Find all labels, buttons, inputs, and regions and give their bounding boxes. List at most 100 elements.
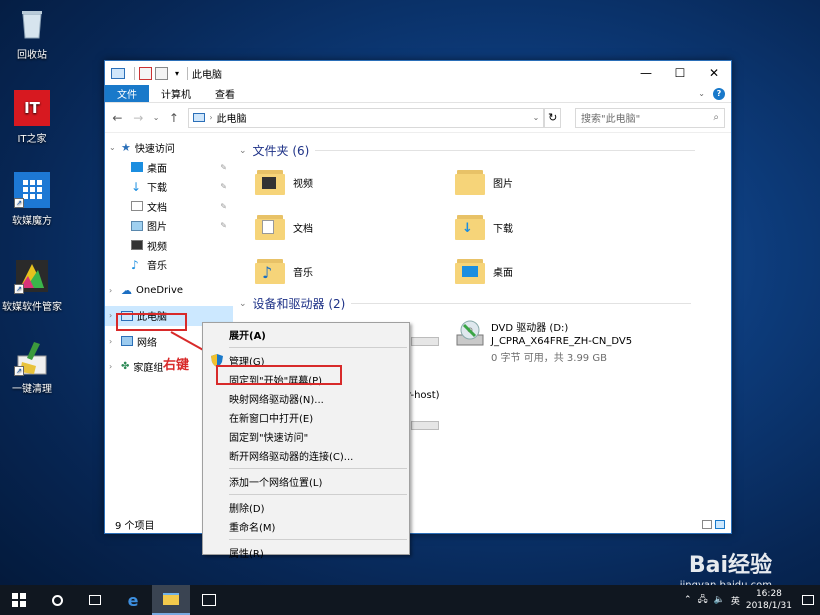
- expand-ribbon-icon[interactable]: ⌄: [698, 89, 705, 98]
- nav-label: 视频: [147, 241, 167, 253]
- desktop-icon-cleaner[interactable]: ↗ 一键清理: [0, 340, 64, 395]
- nav-quick-access[interactable]: ⌄ ★ 快速访问: [105, 138, 233, 158]
- chevron-right-icon[interactable]: ›: [109, 286, 117, 295]
- taskbar-file-explorer[interactable]: [152, 585, 190, 615]
- menu-item-properties[interactable]: 属性(R): [203, 543, 409, 562]
- chevron-down-icon[interactable]: ⌄: [109, 143, 117, 152]
- tab-file[interactable]: 文件: [105, 85, 149, 102]
- taskbar: e ⌃ 🖧 🔈 英 16:28 2018/1/31: [0, 585, 820, 615]
- desktop-icon-software-manager[interactable]: ↗ 软媒软件管家: [0, 258, 64, 313]
- computer-icon: [111, 67, 125, 79]
- clock-date: 2018/1/31: [745, 601, 792, 611]
- chevron-right-icon[interactable]: ›: [109, 337, 117, 346]
- refresh-button[interactable]: ↻: [544, 107, 562, 128]
- nav-item-pictures[interactable]: 图片 ✎: [105, 216, 233, 236]
- nav-item-music[interactable]: ♪ 音乐: [105, 255, 233, 275]
- menu-item-expand[interactable]: 展开(A): [203, 325, 409, 344]
- chevron-up-icon[interactable]: ⌃: [684, 595, 692, 605]
- window-title: 此电脑: [192, 69, 223, 81]
- rubik-cube-icon: ↗: [14, 172, 50, 208]
- forward-button[interactable]: →: [132, 111, 145, 125]
- taskbar-edge[interactable]: e: [114, 585, 152, 615]
- up-button[interactable]: ↑: [167, 111, 180, 125]
- task-view-button[interactable]: [76, 585, 114, 615]
- folder-videos[interactable]: 视频: [255, 167, 313, 197]
- ribbon-tabs: 文件 计算机 查看 ⌄ ?: [105, 85, 731, 103]
- nav-item-downloads[interactable]: ↓ 下载 ✎: [105, 177, 233, 197]
- chevron-right-icon[interactable]: ›: [109, 362, 117, 371]
- folder-music[interactable]: ♪ 音乐: [255, 256, 313, 286]
- picture-icon: [131, 220, 143, 231]
- nav-item-documents[interactable]: 文档 ✎: [105, 197, 233, 217]
- address-dropdown-icon[interactable]: ⌄: [533, 113, 544, 122]
- desktop-icon-recycle-bin[interactable]: 回收站: [0, 6, 64, 61]
- address-box[interactable]: › 此电脑 ⌄: [188, 107, 545, 128]
- ime-indicator[interactable]: 英: [731, 594, 740, 607]
- notification-icon[interactable]: [802, 595, 814, 605]
- download-arrow-icon: ↓: [131, 179, 142, 194]
- tab-view[interactable]: 查看: [203, 85, 247, 102]
- menu-item-map-network-drive[interactable]: 映射网络驱动器(N)...: [203, 389, 409, 408]
- nav-label: 桌面: [147, 163, 167, 175]
- drive-volume-label: J_CPRA_X64FRE_ZH-CN_DV5: [491, 336, 633, 347]
- dvd-drive[interactable]: DVD 驱动器 (D:) J_CPRA_X64FRE_ZH-CN_DV5 0 字…: [455, 319, 632, 364]
- menu-item-delete[interactable]: 删除(D): [203, 498, 409, 517]
- group-title: 设备和驱动器 (2): [252, 297, 346, 311]
- network-tray-icon[interactable]: 🖧: [698, 592, 708, 608]
- new-folder-icon[interactable]: [155, 66, 168, 80]
- watermark-brand: Bai经验: [688, 553, 772, 578]
- desktop-icon-ithome[interactable]: IT IT之家: [0, 90, 64, 145]
- music-folder-icon: ♪: [255, 256, 285, 286]
- folders-group-header[interactable]: ⌄ 文件夹 (6): [239, 142, 696, 159]
- large-icons-view-icon[interactable]: [715, 519, 725, 529]
- devices-group-header[interactable]: ⌄ 设备和驱动器 (2): [239, 295, 692, 312]
- menu-item-disconnect-network-drive[interactable]: 断开网络驱动器的连接(C)...: [203, 446, 409, 465]
- customize-toolbar-icon[interactable]: ▾: [175, 69, 179, 78]
- folder-label: 音乐: [293, 267, 313, 279]
- recent-locations-icon[interactable]: ⌄: [153, 113, 160, 122]
- desktop-icon-label: 软媒软件管家: [2, 302, 62, 313]
- folder-desktop[interactable]: 桌面: [455, 256, 513, 286]
- folder-documents[interactable]: 文档: [255, 212, 313, 242]
- menu-item-open-new-window[interactable]: 在新窗口中打开(E): [203, 408, 409, 427]
- broom-icon: ↗: [14, 340, 50, 376]
- menu-item-pin-quick-access[interactable]: 固定到"快速访问": [203, 427, 409, 446]
- folder-downloads[interactable]: ↓ 下载: [455, 212, 513, 242]
- search-input[interactable]: 搜索"此电脑" ⌕: [575, 107, 725, 128]
- nav-item-videos[interactable]: 视频: [105, 236, 233, 256]
- local-disk-usage-bar: [411, 337, 439, 346]
- taskbar-store[interactable]: [190, 585, 228, 615]
- system-tray: ⌃ 🖧 🔈 英 16:28 2018/1/31: [684, 588, 820, 612]
- nav-label: OneDrive: [136, 284, 184, 296]
- star-icon: ★: [121, 141, 131, 155]
- maximize-button[interactable]: ☐: [663, 61, 697, 85]
- properties-icon[interactable]: [139, 66, 152, 80]
- recycle-bin-icon: [14, 6, 50, 42]
- volume-icon[interactable]: 🔈: [714, 595, 725, 605]
- menu-item-add-network-location[interactable]: 添加一个网络位置(L): [203, 472, 409, 491]
- cortana-circle-icon: [51, 594, 63, 606]
- minimize-button[interactable]: —: [629, 61, 663, 85]
- film-icon: [131, 240, 143, 251]
- desktop-icon-rmfang[interactable]: ↗ 软媒魔方: [0, 172, 64, 227]
- chevron-down-icon: ⌄: [239, 298, 247, 309]
- menu-separator: [229, 468, 407, 469]
- help-icon[interactable]: ?: [713, 87, 725, 100]
- search-button[interactable]: [38, 585, 76, 615]
- chevron-down-icon: ⌄: [239, 145, 247, 156]
- breadcrumb[interactable]: 此电脑: [217, 110, 247, 125]
- nav-item-desktop[interactable]: 桌面 ✎: [105, 158, 233, 178]
- close-button[interactable]: ✕: [697, 61, 731, 85]
- folder-pictures[interactable]: 图片: [455, 167, 513, 197]
- back-button[interactable]: ←: [111, 111, 124, 125]
- details-view-icon[interactable]: [702, 519, 712, 529]
- file-explorer-icon: [163, 593, 179, 605]
- start-button[interactable]: [0, 585, 38, 615]
- downloads-folder-icon: ↓: [455, 212, 485, 242]
- menu-item-rename[interactable]: 重命名(M): [203, 517, 409, 536]
- clock[interactable]: 16:28 2018/1/31: [746, 588, 792, 612]
- folder-label: 视频: [293, 178, 313, 190]
- tab-computer[interactable]: 计算机: [149, 85, 203, 102]
- highlight-pin-to-start: [216, 365, 342, 385]
- nav-onedrive[interactable]: › ☁ OneDrive: [105, 281, 233, 301]
